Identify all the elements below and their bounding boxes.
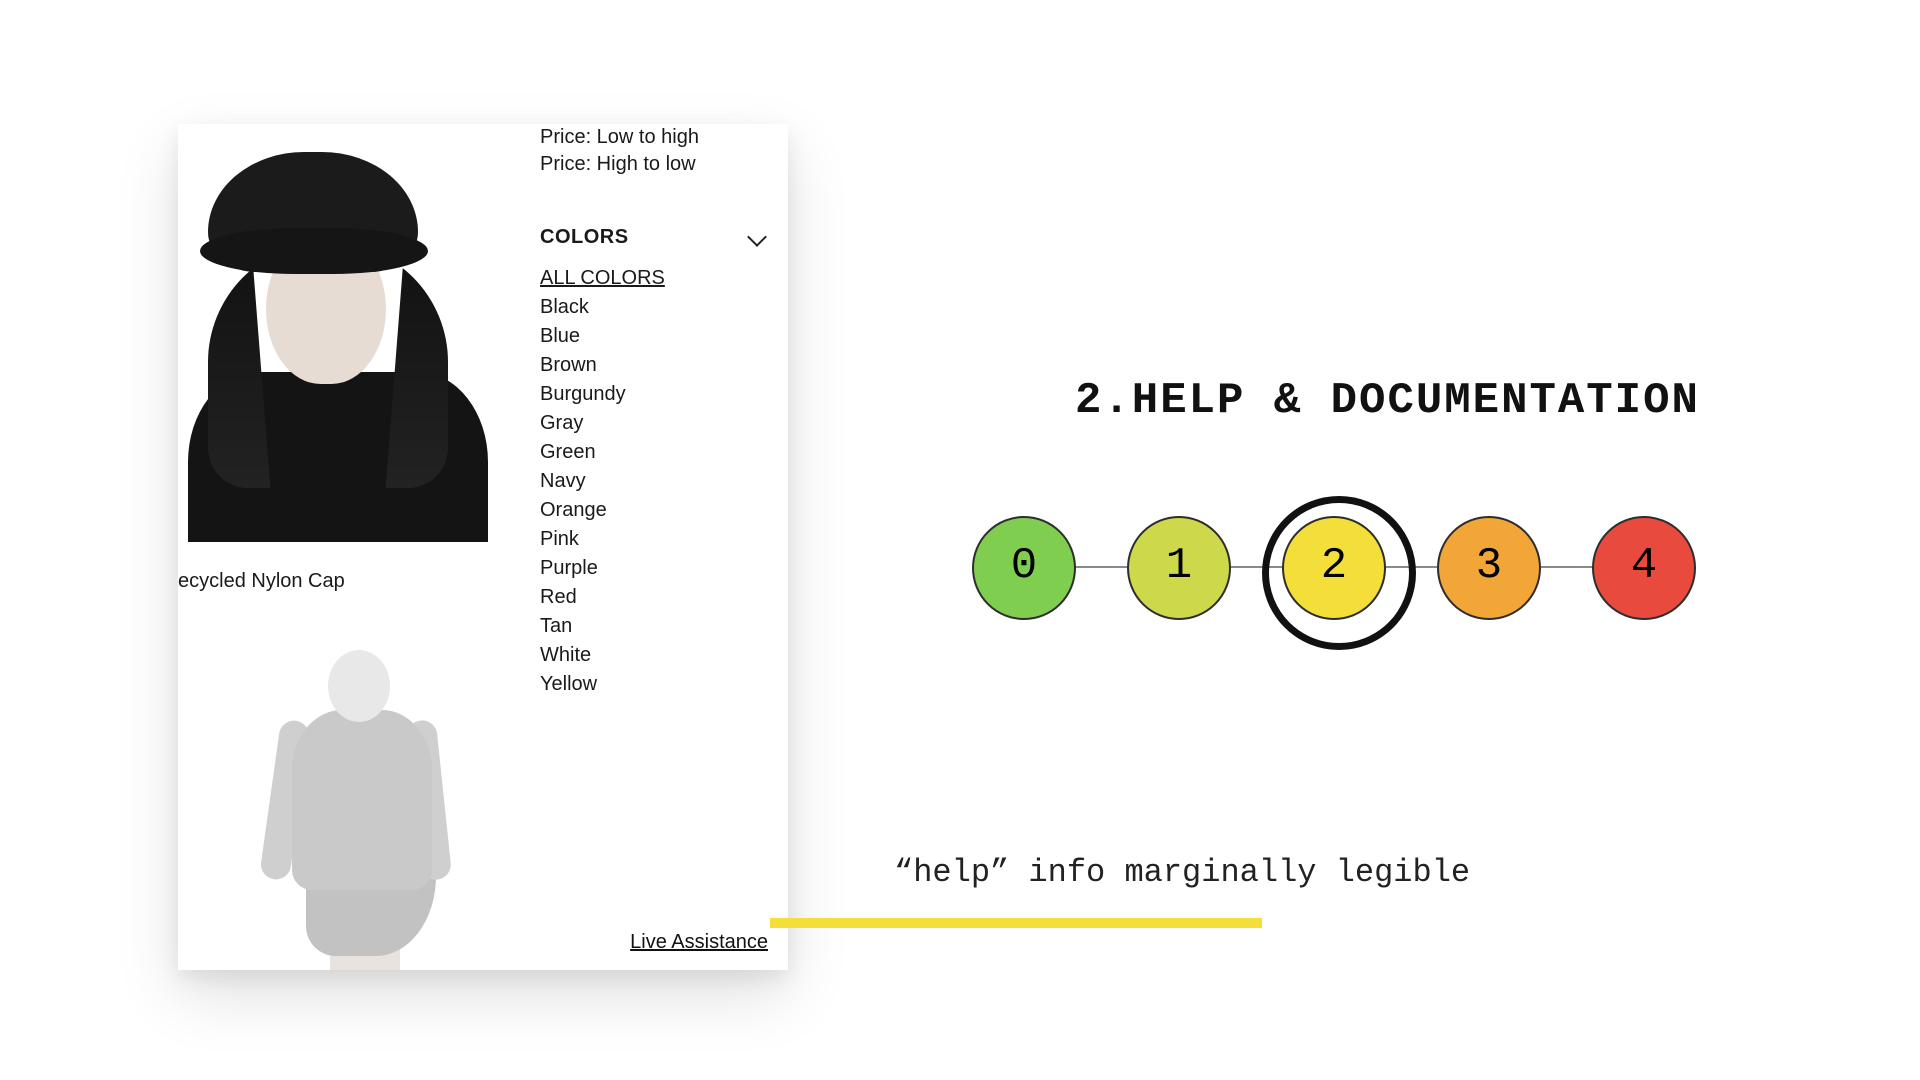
color-option[interactable]: Black — [540, 294, 770, 321]
filter-panel: Price: Low to high Price: High to low CO… — [540, 124, 770, 700]
product-image-dress — [218, 650, 488, 970]
product-image-cap — [178, 124, 528, 524]
sort-low-high[interactable]: Price: Low to high — [540, 124, 770, 151]
color-option[interactable]: White — [540, 642, 770, 669]
scale-dot-0: 0 — [972, 516, 1076, 620]
severity-scale: 0 1 2 3 4 — [972, 516, 1702, 620]
sort-high-low[interactable]: Price: High to low — [540, 151, 770, 178]
color-option[interactable]: Navy — [540, 468, 770, 495]
section-heading: 2.HELP & DOCUMENTATION — [1075, 376, 1700, 426]
color-option[interactable]: Tan — [540, 613, 770, 640]
color-option[interactable]: Blue — [540, 323, 770, 350]
colors-header[interactable]: COLORS — [540, 224, 770, 251]
color-option[interactable]: Orange — [540, 497, 770, 524]
callout-bar — [770, 918, 1262, 928]
live-assistance-link[interactable]: Live Assistance — [630, 931, 768, 954]
color-option[interactable]: Red — [540, 584, 770, 611]
annotation-caption: “help” info marginally legible — [894, 854, 1470, 891]
color-option[interactable]: Gray — [540, 410, 770, 437]
color-option[interactable]: Yellow — [540, 671, 770, 698]
color-option[interactable]: Burgundy — [540, 381, 770, 408]
color-option[interactable]: Purple — [540, 555, 770, 582]
color-option[interactable]: Pink — [540, 526, 770, 553]
color-option[interactable]: Green — [540, 439, 770, 466]
color-option[interactable]: Brown — [540, 352, 770, 379]
chevron-down-icon — [750, 230, 764, 244]
color-all[interactable]: ALL COLORS — [540, 265, 770, 292]
scale-selection-ring — [1262, 496, 1416, 650]
scale-dot-3: 3 — [1437, 516, 1541, 620]
scale-dot-4: 4 — [1592, 516, 1696, 620]
scale-dot-1: 1 — [1127, 516, 1231, 620]
sort-options: Price: Low to high Price: High to low — [540, 124, 770, 178]
colors-header-label: COLORS — [540, 226, 629, 248]
color-options: ALL COLORS Black Blue Brown Burgundy Gra… — [540, 265, 770, 698]
product-title: ecycled Nylon Cap — [178, 570, 345, 593]
mobile-screenshot: ecycled Nylon Cap Price: Low to high Pri… — [178, 124, 788, 970]
